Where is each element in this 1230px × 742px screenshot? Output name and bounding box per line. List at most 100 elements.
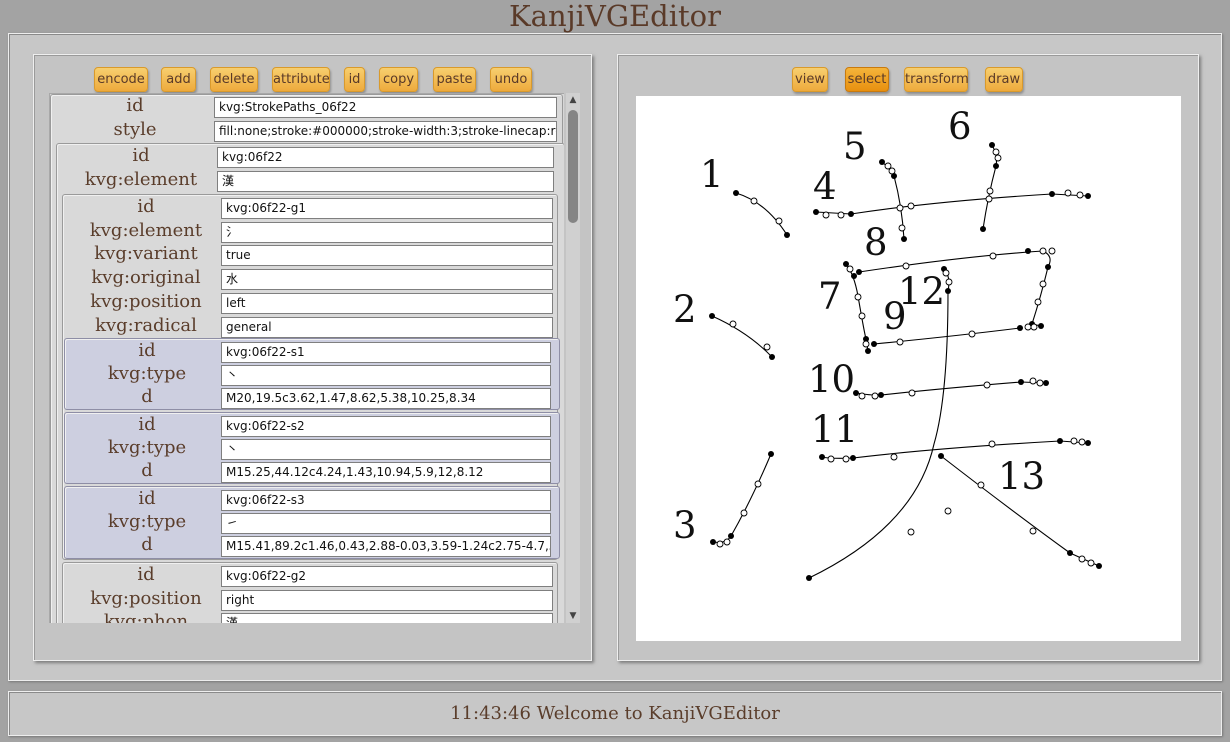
attr-label: id: [137, 564, 155, 585]
stroke-number-8: 8: [864, 221, 888, 264]
status-bar: 11:43:46 Welcome to KanjiVGEditor: [8, 691, 1222, 736]
stroke-number-13: 13: [998, 455, 1046, 498]
attr-row: id kvg:06f22-g1: [63, 197, 555, 219]
canvas-panel: view select transform draw 1 2 3 4 5 6 7…: [617, 54, 1199, 661]
stroke-canvas[interactable]: 1 2 3 4 5 6 7 8 9 10 11 12 13: [636, 96, 1181, 641]
attr-value-field[interactable]: kvg:StrokePaths_06f22: [214, 97, 557, 118]
stroke-number-10: 10: [808, 358, 856, 401]
stroke-number-7: 7: [818, 275, 842, 318]
attr-value-field[interactable]: kvg:06f22-s2: [221, 416, 551, 437]
attr-value-field[interactable]: 漢: [217, 171, 554, 192]
attr-value-field[interactable]: general: [221, 317, 553, 338]
attr-value-field[interactable]: M20,19.5c3.62,1.47,8.62,5.38,10.25,8.34: [221, 388, 551, 409]
attr-label: id: [138, 488, 156, 509]
view-button[interactable]: view: [792, 67, 828, 92]
tree-scrollbar[interactable]: ▲ ▼: [566, 93, 580, 623]
attr-label: kvg:type: [107, 511, 187, 532]
attr-row: d M15.25,44.12c4.24,1.43,10.94,5.9,12,8.…: [65, 461, 555, 483]
stroke-number-11: 11: [811, 408, 859, 451]
attr-value-field[interactable]: kvg:06f22-g2: [221, 566, 553, 587]
undo-button[interactable]: undo: [490, 67, 532, 92]
attr-row: kvg:phon 漢: [63, 612, 555, 623]
select-button[interactable]: select: [845, 67, 889, 92]
scroll-up-icon[interactable]: ▲: [566, 93, 580, 107]
attr-row: id kvg:06f22-s2: [65, 415, 555, 437]
attr-row: kvg:element 漢: [57, 170, 562, 192]
tree-node-s3[interactable]: id kvg:06f22-s3 kvg:type ㇀ d M15.41,89.2…: [64, 486, 560, 559]
attr-label: id: [138, 340, 156, 361]
tree-editor-panel: encode add delete attribute id copy past…: [33, 54, 592, 661]
status-message: Welcome to KanjiVGEditor: [536, 703, 780, 724]
stroke-path-10: [855, 381, 1047, 396]
attr-value-field[interactable]: kvg:06f22: [217, 147, 554, 168]
attr-value-field[interactable]: ㇀: [221, 513, 551, 534]
tree-node-s1[interactable]: id kvg:06f22-s1 kvg:type ㇔ d M20,19.5c3.…: [64, 338, 560, 410]
app-title: KanjiVGEditor: [509, 0, 721, 33]
draw-button[interactable]: draw: [985, 67, 1023, 92]
stroke-path-11: [821, 440, 1089, 459]
attr-label: d: [141, 534, 153, 555]
add-button[interactable]: add: [161, 67, 196, 92]
attr-value-field[interactable]: ㇔: [221, 439, 551, 460]
control-points-filled: [709, 142, 1102, 581]
attr-value-field[interactable]: M15.41,89.2c1.46,0.43,2.88-0.03,3.59-1.2…: [221, 536, 551, 557]
attr-row: id kvg:06f22: [57, 146, 562, 168]
scroll-thumb[interactable]: [568, 110, 578, 223]
attr-label: d: [141, 460, 153, 481]
attr-row: kvg:type ㇔: [65, 438, 555, 460]
attribute-button[interactable]: attribute: [272, 67, 330, 92]
attr-label: d: [141, 386, 153, 407]
attr-label: id: [126, 95, 144, 116]
attr-value-field[interactable]: true: [221, 245, 553, 266]
attr-label: kvg:phon: [103, 611, 189, 624]
attr-row: d M15.41,89.2c1.46,0.43,2.88-0.03,3.59-1…: [65, 535, 555, 557]
attr-row: kvg:type ㇀: [65, 512, 555, 534]
attr-label: kvg:radical: [95, 315, 197, 336]
attr-label: kvg:position: [90, 291, 202, 312]
stroke-path-2: [711, 315, 773, 358]
attr-row: id kvg:06f22-s3: [65, 489, 555, 511]
attr-value-field[interactable]: 氵: [221, 222, 553, 243]
tree-node-strokepaths: id kvg:StrokePaths_06f22 style fill:none…: [50, 94, 564, 623]
attr-row: id kvg:06f22-s1: [65, 341, 555, 363]
attr-row: kvg:element 氵: [63, 221, 555, 243]
main-frame: encode add delete attribute id copy past…: [8, 33, 1222, 681]
stroke-number-5: 5: [843, 125, 867, 168]
transform-button[interactable]: transform: [904, 67, 969, 92]
attr-value-field[interactable]: right: [221, 590, 553, 611]
attr-label: kvg:type: [107, 437, 187, 458]
encode-button[interactable]: encode: [94, 67, 148, 92]
attr-value-field[interactable]: fill:none;stroke:#000000;stroke-width:3;…: [214, 121, 557, 142]
attr-value-field[interactable]: 水: [221, 269, 553, 290]
attr-value-field[interactable]: M15.25,44.12c4.24,1.43,10.94,5.9,12,8.12: [221, 462, 551, 483]
tree-toolbar: encode add delete attribute id copy past…: [34, 67, 591, 93]
tree-view[interactable]: id kvg:StrokePaths_06f22 style fill:none…: [49, 93, 564, 623]
stroke-path-6: [982, 144, 998, 230]
tree-node-g1: id kvg:06f22-g1 kvg:element 氵 kvg:varian…: [62, 194, 560, 560]
stroke-path-3: [712, 453, 772, 543]
paste-button[interactable]: paste: [433, 67, 476, 92]
attr-label: kvg:position: [90, 588, 202, 609]
attr-value-field[interactable]: kvg:06f22-s3: [221, 490, 551, 511]
copy-button[interactable]: copy: [379, 67, 418, 92]
tree-node-s2[interactable]: id kvg:06f22-s2 kvg:type ㇔ d M15.25,44.1…: [64, 412, 560, 484]
attr-row: kvg:position right: [63, 589, 555, 611]
attr-value-field[interactable]: 漢: [221, 613, 553, 623]
delete-button[interactable]: delete: [210, 67, 258, 92]
id-button[interactable]: id: [344, 67, 365, 92]
attr-label: id: [132, 145, 150, 166]
attr-label: id: [138, 414, 156, 435]
attr-row: style fill:none;stroke:#000000;stroke-wi…: [51, 120, 561, 142]
canvas-toolbar: view select transform draw: [618, 67, 1198, 93]
attr-value-field[interactable]: kvg:06f22-g1: [221, 198, 553, 219]
attr-row: kvg:original 水: [63, 268, 555, 290]
tree-node-g2: id kvg:06f22-g2 kvg:position right kvg:p…: [62, 562, 558, 623]
attr-label: kvg:element: [89, 220, 203, 241]
attr-value-field[interactable]: kvg:06f22-s1: [221, 342, 551, 363]
attr-label: id: [137, 196, 155, 217]
scroll-down-icon[interactable]: ▼: [566, 609, 580, 623]
status-time: 11:43:46: [450, 703, 531, 724]
attr-value-field[interactable]: ㇔: [221, 365, 551, 386]
attr-label: kvg:variant: [94, 243, 198, 264]
attr-value-field[interactable]: left: [221, 293, 553, 314]
